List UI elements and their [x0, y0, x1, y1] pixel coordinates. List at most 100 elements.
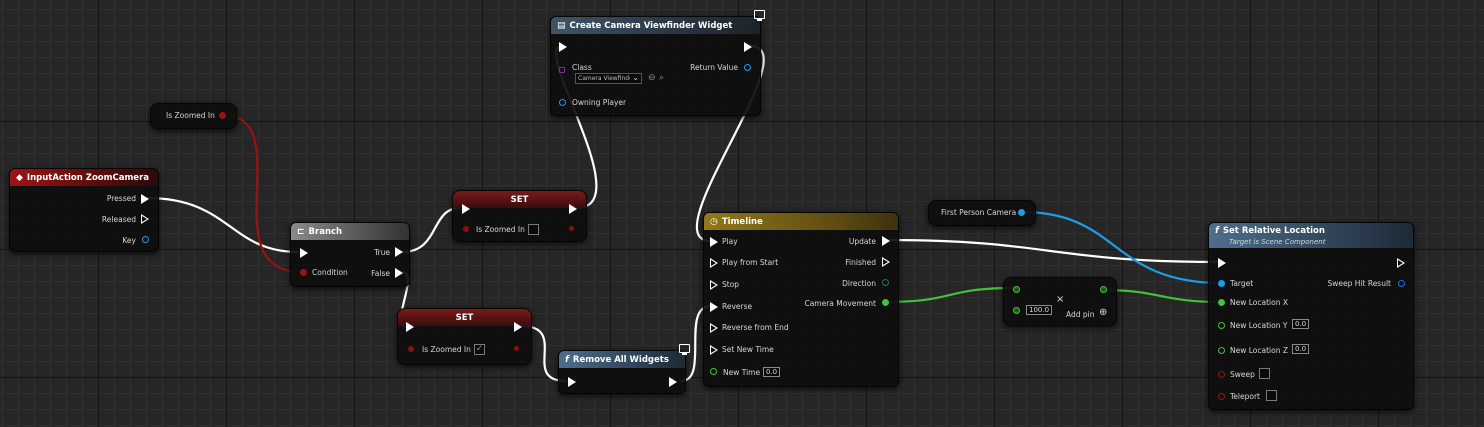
set-top-exec-in-pin[interactable] — [462, 204, 470, 214]
branch-node[interactable]: ⊏ Branch Condition True False — [290, 222, 410, 287]
wire-camera-to-target — [1021, 210, 1223, 285]
sweep-label: Sweep — [1230, 370, 1255, 379]
branch-title: Branch — [308, 226, 343, 237]
camera-movement-output-pin[interactable] — [882, 299, 889, 306]
set-location-exec-in-pin[interactable] — [1218, 258, 1226, 268]
set-bottom-checkbox[interactable]: ✓ — [474, 344, 485, 355]
remove-widgets-header[interactable]: f Remove All Widgets — [559, 351, 685, 368]
first-person-camera-label: First Person Camera — [941, 208, 1017, 217]
new-location-y-field[interactable]: 0.0 — [1292, 319, 1310, 329]
wire-pressed-to-branch — [146, 196, 299, 254]
first-person-camera-node[interactable]: First Person Camera — [928, 200, 1036, 226]
is-zoomed-in-getter-node[interactable]: Is Zoomed In — [150, 103, 237, 129]
set-node-top[interactable]: SET Is Zoomed In — [452, 190, 587, 242]
new-time-field[interactable]: 0.0 — [763, 367, 781, 377]
new-location-x-label: New Location X — [1230, 298, 1288, 307]
add-pin-icon[interactable]: ⊕ — [1099, 307, 1107, 318]
teleport-input-pin[interactable] — [1218, 393, 1225, 400]
false-label: False — [371, 269, 390, 278]
pressed-exec-pin[interactable] — [141, 194, 149, 204]
create-widget-title: Create Camera Viewfinder Widget — [569, 20, 733, 31]
condition-label: Condition — [312, 268, 348, 277]
remove-widgets-monitor-icon — [679, 344, 690, 355]
sweep-checkbox[interactable] — [1259, 368, 1270, 379]
add-value-field[interactable]: 100.0 — [1026, 305, 1053, 315]
new-time-input-pin[interactable] — [710, 368, 717, 375]
class-input-pin[interactable] — [559, 67, 565, 73]
set-node-bottom[interactable]: SET Is Zoomed In ✓ — [397, 308, 532, 365]
create-widget-exec-out-pin[interactable] — [744, 42, 752, 52]
teleport-checkbox[interactable] — [1266, 390, 1277, 401]
branch-exec-in-pin[interactable] — [300, 248, 308, 258]
condition-input-pin[interactable] — [300, 269, 307, 276]
add-input-b-pin[interactable] — [1013, 307, 1020, 314]
true-exec-pin[interactable] — [395, 247, 403, 257]
target-input-pin[interactable] — [1218, 280, 1225, 287]
set-top-checkbox[interactable] — [528, 224, 539, 235]
set-bottom-exec-out-pin[interactable] — [514, 322, 522, 332]
remove-widgets-exec-out-pin[interactable] — [669, 377, 677, 387]
sweep-input-pin[interactable] — [1218, 371, 1225, 378]
wire-update-to-setloc — [885, 238, 1221, 264]
set-top-title: SET — [510, 194, 529, 205]
stop-exec-pin[interactable] — [710, 280, 718, 290]
sweep-hit-result-pin[interactable] — [1398, 280, 1405, 287]
timeline-header[interactable]: ◷ Timeline — [704, 213, 898, 230]
new-location-y-label: New Location Y — [1230, 321, 1288, 330]
input-action-header[interactable]: ◆ InputAction ZoomCamera — [10, 169, 158, 186]
function-icon: f — [565, 354, 569, 365]
set-relative-location-node[interactable]: f Set Relative Location Target is Scene … — [1208, 222, 1414, 410]
input-action-node[interactable]: ◆ InputAction ZoomCamera Pressed Release… — [9, 168, 159, 252]
reverse-from-end-exec-pin[interactable] — [710, 323, 718, 333]
set-bottom-exec-in-pin[interactable] — [406, 322, 414, 332]
new-location-z-pin[interactable] — [1218, 347, 1225, 354]
set-new-time-exec-pin[interactable] — [710, 345, 718, 355]
add-input-a-pin[interactable] — [1013, 286, 1020, 293]
set-bottom-header[interactable]: SET — [398, 309, 531, 326]
use-selected-icon[interactable]: ⊖ — [648, 73, 656, 83]
set-relative-location-title: Set Relative Location — [1222, 226, 1325, 236]
direction-output-pin[interactable] — [882, 279, 889, 286]
released-exec-pin[interactable] — [141, 214, 149, 224]
set-bottom-bool-output-pin[interactable] — [514, 346, 519, 351]
set-top-exec-out-pin[interactable] — [569, 204, 577, 214]
camera-movement-label: Camera Movement — [804, 299, 876, 308]
set-top-header[interactable]: SET — [453, 191, 586, 208]
remove-all-widgets-node[interactable]: f Remove All Widgets — [558, 350, 686, 394]
owning-player-pin[interactable] — [559, 99, 566, 106]
update-exec-pin[interactable] — [882, 236, 890, 246]
timeline-node[interactable]: ◷ Timeline Play Play from Start Stop Rev… — [703, 212, 899, 387]
remove-widgets-exec-in-pin[interactable] — [568, 377, 576, 387]
bool-output-pin[interactable] — [219, 112, 226, 119]
set-location-exec-out-pin[interactable] — [1397, 258, 1405, 268]
class-dropdown[interactable]: Camera Viewfinder ⌄ — [575, 73, 642, 84]
new-location-z-field[interactable]: 0.0 — [1292, 344, 1310, 354]
remove-pin-icon[interactable]: × — [1056, 294, 1064, 305]
add-output-pin[interactable] — [1100, 286, 1107, 293]
branch-icon: ⊏ — [297, 226, 305, 237]
object-output-pin[interactable] — [1018, 209, 1025, 216]
key-output-pin[interactable] — [142, 236, 149, 243]
function-icon: f — [1215, 226, 1219, 236]
add-pin-label[interactable]: Add pin — [1066, 310, 1095, 319]
false-exec-pin[interactable] — [395, 268, 403, 278]
reverse-from-end-label: Reverse from End — [722, 323, 789, 332]
new-location-x-pin[interactable] — [1218, 299, 1225, 306]
add-float-node[interactable]: 100.0 × Add pin ⊕ — [1003, 277, 1117, 326]
widget-icon: ▤ — [557, 20, 566, 31]
play-from-start-exec-pin[interactable] — [710, 258, 718, 268]
set-bottom-bool-input-pin[interactable] — [408, 346, 414, 352]
branch-header[interactable]: ⊏ Branch — [291, 223, 409, 240]
reverse-exec-pin[interactable] — [710, 302, 718, 312]
return-value-pin[interactable] — [744, 64, 751, 71]
set-top-bool-input-pin[interactable] — [463, 226, 469, 232]
new-location-y-pin[interactable] — [1218, 322, 1225, 329]
create-widget-exec-in-pin[interactable] — [559, 42, 567, 52]
create-widget-node[interactable]: ▤ Create Camera Viewfinder Widget Class … — [550, 16, 761, 116]
stop-label: Stop — [722, 280, 740, 289]
finished-exec-pin[interactable] — [882, 257, 890, 267]
create-widget-header[interactable]: ▤ Create Camera Viewfinder Widget — [551, 17, 760, 34]
browse-icon[interactable]: ⌕ — [659, 73, 664, 83]
play-exec-pin[interactable] — [710, 237, 718, 247]
set-top-bool-output-pin[interactable] — [569, 226, 574, 231]
